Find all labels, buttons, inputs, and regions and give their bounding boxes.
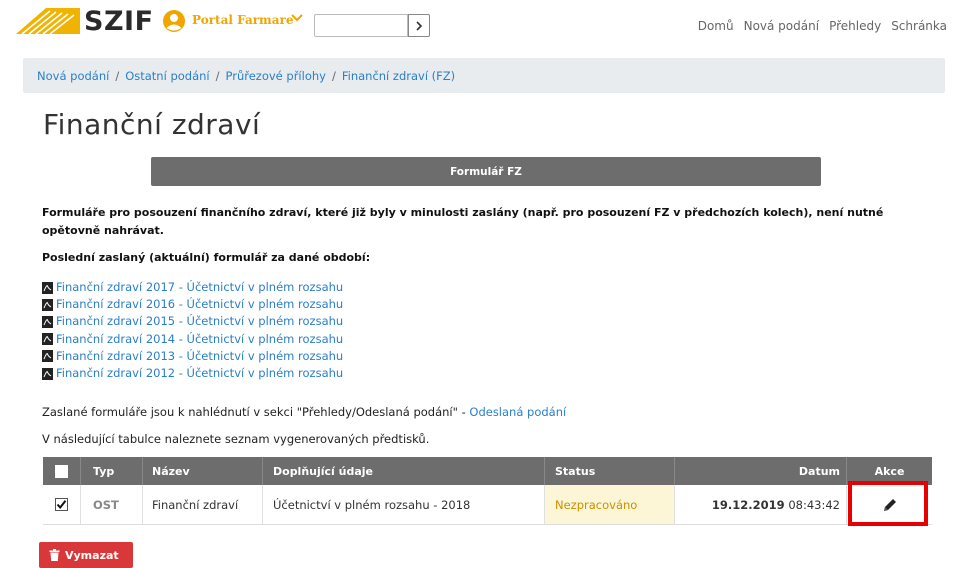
file-link-2015[interactable]: Finanční zdraví 2015 - Účetnictví v plné… (42, 313, 343, 330)
breadcrumb-separator: / (331, 68, 336, 83)
pretisky-table: Typ Název Doplňující údaje Status Datum … (43, 457, 932, 525)
cell-nazev: Finanční zdraví (143, 485, 263, 524)
table-intro-text: V následující tabulce naleznete seznam v… (42, 432, 430, 446)
edit-action[interactable] (847, 485, 932, 524)
header-datum[interactable]: Datum (675, 457, 847, 485)
pdf-icon (42, 333, 53, 346)
trash-icon (49, 549, 60, 561)
file-link-label[interactable]: Finanční zdraví 2017 - Účetnictví v plné… (56, 279, 343, 296)
page-title: Finanční zdraví (43, 108, 261, 141)
table-header-row: Typ Název Doplňující údaje Status Datum … (43, 457, 932, 485)
cell-datum: 19.12.2019 08:43:42 (675, 485, 847, 524)
nav-nova-podani[interactable]: Nová podání (744, 19, 819, 33)
header-nazev[interactable]: Název (143, 457, 263, 485)
portal-farmare-menu[interactable]: Portal Farmare (192, 13, 293, 27)
main-nav: Domů Nová podání Přehledy Schránka (698, 19, 947, 33)
delete-button[interactable]: Vymazat (39, 542, 133, 568)
file-link-label[interactable]: Finanční zdraví 2013 - Účetnictví v plné… (56, 348, 343, 365)
select-all-checkbox[interactable] (55, 464, 68, 478)
breadcrumb-item-financni-zdravi[interactable]: Finanční zdraví (FZ) (342, 69, 455, 83)
file-list: Finanční zdraví 2017 - Účetnictví v plné… (42, 279, 343, 382)
file-link-label[interactable]: Finanční zdraví 2012 - Účetnictví v plné… (56, 365, 343, 382)
chevron-down-icon[interactable] (290, 11, 304, 25)
file-link-2017[interactable]: Finanční zdraví 2017 - Účetnictví v plné… (42, 279, 343, 296)
intro-text: Formuláře pro posouzení finančního zdrav… (42, 206, 884, 237)
header-akce: Akce (874, 464, 905, 478)
breadcrumb-separator: / (115, 68, 120, 83)
table-row: OST Finanční zdraví Účetnictví v plném r… (43, 485, 932, 525)
search-button[interactable] (408, 14, 430, 37)
pdf-icon (42, 367, 53, 380)
breadcrumb: Nová podání / Ostatní podání / Průřezové… (23, 58, 945, 93)
header-status[interactable]: Status (545, 457, 675, 485)
breadcrumb-item-nova-podani[interactable]: Nová podání (37, 69, 109, 83)
szif-logo-stripes-icon (16, 8, 80, 34)
row-checkbox[interactable] (55, 498, 68, 511)
breadcrumb-item-prurezove-prilohy[interactable]: Průřezové přílohy (226, 69, 326, 83)
sent-forms-text: Zaslané formuláře jsou k nahlédnutí v se… (42, 405, 566, 419)
last-sent-label: Poslední zaslaný (aktuální) formulář za … (42, 251, 371, 264)
file-link-2013[interactable]: Finanční zdraví 2013 - Účetnictví v plné… (42, 348, 343, 365)
search-input[interactable] (314, 14, 408, 37)
row-select[interactable] (43, 485, 81, 524)
header-doplnujici-udaje[interactable]: Doplňující údaje (263, 457, 545, 485)
file-link-2014[interactable]: Finanční zdraví 2014 - Účetnictví v plné… (42, 331, 343, 348)
checkmark-icon (56, 500, 67, 510)
szif-logo[interactable]: SZIF (84, 6, 154, 37)
breadcrumb-item-ostatni-podani[interactable]: Ostatní podání (125, 69, 209, 83)
file-link-label[interactable]: Finanční zdraví 2014 - Účetnictví v plné… (56, 331, 343, 348)
user-icon[interactable] (162, 9, 186, 33)
status-badge: Nezpracováno (545, 485, 675, 524)
pdf-icon (42, 298, 53, 311)
file-link-label[interactable]: Finanční zdraví 2016 - Účetnictví v plné… (56, 296, 343, 313)
top-header: SZIF Portal Farmare Domů Nová podání Pře… (0, 0, 953, 50)
cell-doplnujici-udaje: Účetnictví v plném rozsahu - 2018 (263, 485, 545, 524)
odeslana-podani-link[interactable]: Odeslaná podání (469, 405, 566, 419)
nav-schranka[interactable]: Schránka (891, 19, 947, 33)
header-select-all[interactable] (43, 457, 81, 485)
pencil-edit-icon[interactable] (882, 497, 898, 513)
delete-button-label: Vymazat (65, 548, 119, 562)
pdf-icon (42, 316, 53, 328)
header-typ[interactable]: Typ (81, 457, 143, 485)
datum-date: 19.12.2019 (711, 497, 785, 512)
nav-prehledy[interactable]: Přehledy (829, 19, 881, 33)
form-fz-bar[interactable]: Formulář FZ (151, 157, 821, 186)
cell-typ: OST (81, 485, 143, 524)
breadcrumb-separator: / (215, 68, 220, 83)
datum-time: 08:43:42 (788, 497, 840, 512)
file-link-2012[interactable]: Finanční zdraví 2012 - Účetnictví v plné… (42, 365, 343, 382)
file-link-2016[interactable]: Finanční zdraví 2016 - Účetnictví v plné… (42, 296, 343, 313)
sent-forms-label: Zaslané formuláře jsou k nahlédnutí v se… (42, 405, 470, 419)
pdf-icon (42, 281, 53, 294)
file-link-label[interactable]: Finanční zdraví 2015 - Účetnictví v plné… (56, 313, 343, 330)
nav-domu[interactable]: Domů (698, 19, 734, 33)
pdf-icon (42, 350, 53, 363)
chevron-right-icon (416, 20, 423, 31)
